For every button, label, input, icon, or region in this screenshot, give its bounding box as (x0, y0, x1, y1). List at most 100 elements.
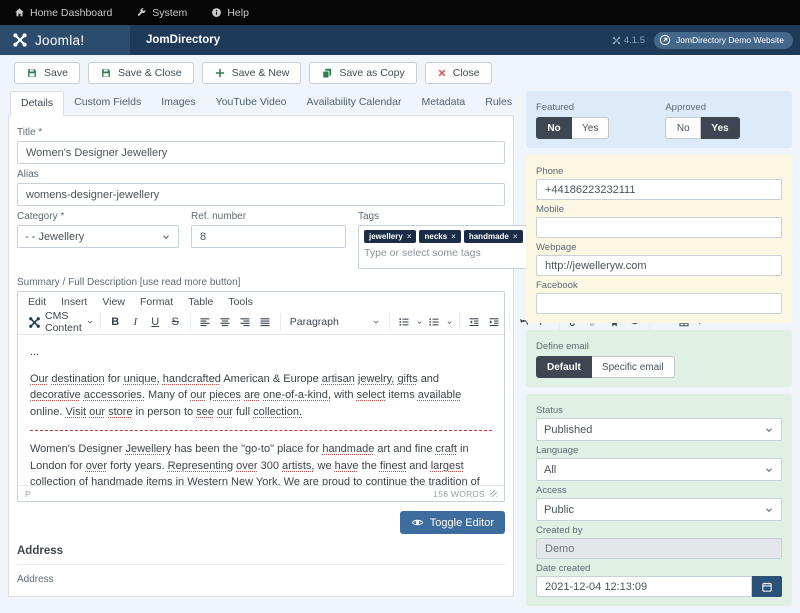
close-button[interactable]: Close (425, 62, 492, 84)
paragraph-style-select[interactable]: Paragraph (287, 316, 383, 328)
save-button[interactable]: Save (14, 62, 80, 84)
tab-availability-calendar[interactable]: Availability Calendar (297, 91, 412, 115)
tag-chip-label: jewellery (369, 232, 403, 241)
chevron-down-icon[interactable] (416, 319, 423, 326)
element-path[interactable]: P (25, 489, 31, 499)
alias-input[interactable] (17, 183, 505, 206)
save-close-button[interactable]: Save & Close (88, 62, 194, 84)
ref-number-input[interactable] (191, 225, 346, 248)
tab-custom-fields[interactable]: Custom Fields (64, 91, 151, 115)
editor-menu-format[interactable]: Format (140, 296, 173, 308)
italic-button[interactable]: I (127, 313, 144, 331)
menu-home-dashboard[interactable]: Home Dashboard (14, 7, 112, 19)
underline-button[interactable]: U (147, 313, 164, 331)
access-value: Public (544, 504, 574, 516)
save-new-label: Save & New (232, 67, 290, 79)
tag-chip-necks[interactable]: necks× (419, 230, 460, 243)
save-close-label: Save & Close (118, 67, 182, 79)
access-select[interactable]: Public (536, 498, 782, 521)
bullet-list-button[interactable] (396, 313, 413, 331)
cms-content-button[interactable]: CMS Content (28, 310, 94, 334)
copy-icon (321, 67, 333, 79)
define-email-toggle: Default Specific email (536, 356, 675, 378)
tab-images[interactable]: Images (151, 91, 205, 115)
editor-menu-insert[interactable]: Insert (61, 296, 87, 308)
right-sidebar: Featured No Yes Approved No Yes Phone (526, 91, 792, 613)
approved-toggle: No Yes (665, 117, 739, 139)
featured-yes-option[interactable]: Yes (572, 117, 609, 139)
define-email-default-option[interactable]: Default (536, 356, 592, 378)
page-title: JomDirectory (146, 34, 220, 46)
save-label: Save (44, 67, 68, 79)
demo-website-label: JomDirectory Demo Website (676, 35, 784, 45)
align-left-button[interactable] (197, 313, 214, 331)
editor-content[interactable]: ...Our destination for unique, handcraft… (18, 335, 504, 485)
editor-menu-table[interactable]: Table (188, 296, 213, 308)
mobile-input[interactable] (536, 217, 782, 238)
language-select[interactable]: All (536, 458, 782, 481)
tag-remove-icon[interactable]: × (513, 232, 518, 241)
details-panel: Title * Alias Category * - - Jewellery R… (8, 116, 514, 597)
date-created-input[interactable] (536, 576, 752, 597)
define-email-panel: Define email Default Specific email (526, 330, 792, 387)
summary-label: Summary / Full Description [use read mor… (17, 277, 505, 288)
app-header: Joomla! JomDirectory 4.1.5 JomDirectory … (0, 25, 800, 55)
status-label: Status (536, 405, 782, 416)
toggle-editor-button[interactable]: Toggle Editor (400, 511, 505, 534)
outdent-icon (468, 316, 480, 328)
menu-system[interactable]: System (136, 7, 187, 19)
demo-website-button[interactable]: JomDirectory Demo Website (654, 32, 793, 49)
ref-number-label: Ref. number (191, 211, 346, 222)
action-toolbar: Save Save & Close Save & New Save as Cop… (0, 55, 800, 91)
tab-youtube-video[interactable]: YouTube Video (206, 91, 297, 115)
editor-menu-tools[interactable]: Tools (228, 296, 253, 308)
approved-no-option[interactable]: No (665, 117, 701, 139)
save-close-icon (100, 67, 112, 79)
indent-button[interactable] (486, 313, 503, 331)
save-new-button[interactable]: Save & New (202, 62, 302, 84)
tags-placeholder[interactable]: Type or select some tags (364, 247, 523, 259)
editor-menu-edit[interactable]: Edit (28, 296, 46, 308)
status-select[interactable]: Published (536, 418, 782, 441)
chevron-down-icon[interactable] (446, 319, 453, 326)
brand-wordmark: Joomla! (35, 33, 84, 48)
tab-metadata[interactable]: Metadata (411, 91, 475, 115)
approved-yes-option[interactable]: Yes (701, 117, 739, 139)
bold-button[interactable]: B (107, 313, 124, 331)
resize-grip-icon[interactable] (490, 490, 497, 497)
facebook-input[interactable] (536, 293, 782, 314)
outdent-button[interactable] (466, 313, 483, 331)
tab-bar: DetailsCustom FieldsImagesYouTube VideoA… (8, 91, 514, 116)
readmore-separator (30, 430, 492, 431)
access-label: Access (536, 485, 782, 496)
editor-menu-view[interactable]: View (102, 296, 125, 308)
version-indicator: 4.1.5 (612, 35, 645, 46)
tag-remove-icon[interactable]: × (451, 232, 456, 241)
featured-no-option[interactable]: No (536, 117, 572, 139)
version-number: 4.1.5 (624, 35, 645, 46)
align-center-button[interactable] (217, 313, 234, 331)
tab-rules[interactable]: Rules (475, 91, 522, 115)
joomla-brand[interactable]: Joomla! (0, 25, 130, 55)
calendar-button[interactable] (752, 576, 782, 597)
align-justify-button[interactable] (257, 313, 274, 331)
define-email-specific-option[interactable]: Specific email (592, 356, 675, 378)
wrench-icon (136, 7, 147, 18)
phone-input[interactable] (536, 179, 782, 200)
tag-remove-icon[interactable]: × (407, 232, 412, 241)
tag-chip-handmade[interactable]: handmade × (464, 230, 523, 243)
menu-help[interactable]: Help (211, 7, 249, 19)
title-input[interactable] (17, 141, 505, 164)
webpage-input[interactable] (536, 255, 782, 276)
align-right-button[interactable] (237, 313, 254, 331)
category-select[interactable]: - - Jewellery (17, 225, 179, 248)
close-icon (437, 68, 447, 78)
save-copy-button[interactable]: Save as Copy (309, 62, 416, 84)
tag-chip-label: handmade (469, 232, 509, 241)
numbered-list-button[interactable] (426, 313, 443, 331)
menu-label: Home Dashboard (30, 7, 112, 19)
tag-chip-jewellery[interactable]: jewellery × (364, 230, 416, 243)
strikethrough-button[interactable]: S (167, 313, 184, 331)
numbered-list-icon (428, 316, 440, 328)
tab-details[interactable]: Details (10, 91, 64, 116)
